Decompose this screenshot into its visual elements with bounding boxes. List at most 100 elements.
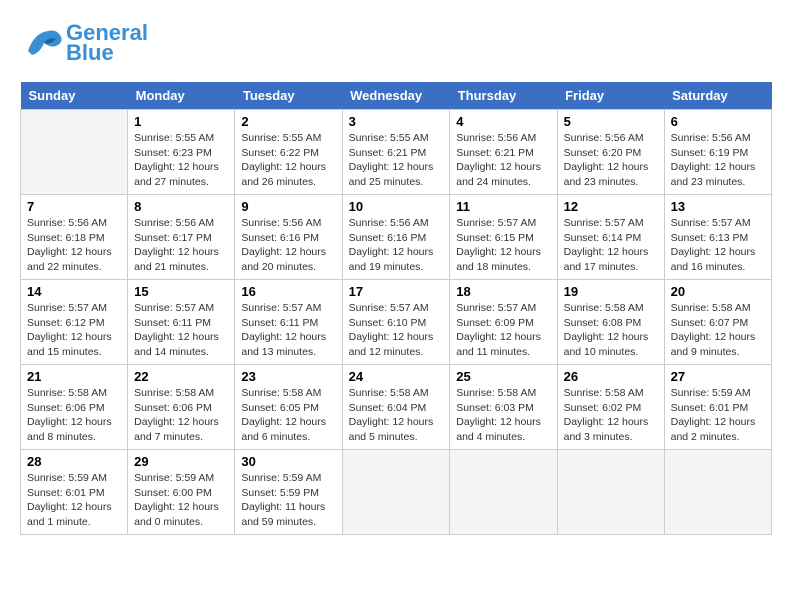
day-number: 17 [349,284,444,299]
day-number: 1 [134,114,228,129]
logo-text: General Blue [66,20,148,66]
day-info: Sunrise: 5:56 AM Sunset: 6:20 PM Dayligh… [564,131,658,190]
day-info: Sunrise: 5:57 AM Sunset: 6:09 PM Dayligh… [456,301,550,360]
day-number: 15 [134,284,228,299]
week-row-2: 7Sunrise: 5:56 AM Sunset: 6:18 PM Daylig… [21,195,772,280]
day-number: 20 [671,284,765,299]
day-number: 12 [564,199,658,214]
day-info: Sunrise: 5:57 AM Sunset: 6:15 PM Dayligh… [456,216,550,275]
logo: General Blue [20,20,148,66]
calendar-cell: 22 Sunrise: 5:58 AM Sunset: 6:06 PM Dayli… [128,365,235,450]
day-info: Sunrise: 5:56 AM Sunset: 6:17 PM Dayligh… [134,216,228,275]
weekday-header-row: SundayMondayTuesdayWednesdayThursdayFrid… [21,82,772,110]
calendar-cell [21,110,128,195]
day-info: Sunrise: 5:57 AM Sunset: 6:10 PM Dayligh… [349,301,444,360]
day-number: 26 [564,369,658,384]
logo-blue: Blue [66,40,114,66]
calendar-cell [664,450,771,535]
day-info: Sunrise: 5:59 AM Sunset: 6:00 PM Dayligh… [134,471,228,530]
day-number: 25 [456,369,550,384]
calendar-cell: 17 Sunrise: 5:57 AM Sunset: 6:10 PM Dayli… [342,280,450,365]
calendar-cell: 18 Sunrise: 5:57 AM Sunset: 6:09 PM Dayli… [450,280,557,365]
calendar-cell [557,450,664,535]
calendar-cell: 23 Sunrise: 5:58 AM Sunset: 6:05 PM Dayli… [235,365,342,450]
week-row-5: 28 Sunrise: 5:59 AM Sunset: 6:01 PM Dayli… [21,450,772,535]
day-info: Sunrise: 5:57 AM Sunset: 6:11 PM Dayligh… [134,301,228,360]
calendar-table: SundayMondayTuesdayWednesdayThursdayFrid… [20,82,772,535]
calendar-cell: 21 Sunrise: 5:58 AM Sunset: 6:06 PM Dayli… [21,365,128,450]
page-header: General Blue [20,20,772,66]
weekday-header-tuesday: Tuesday [235,82,342,110]
calendar-cell: 10 Sunrise: 5:56 AM Sunset: 6:16 PM Dayli… [342,195,450,280]
day-number: 19 [564,284,658,299]
day-number: 28 [27,454,121,469]
day-number: 2 [241,114,335,129]
calendar-cell: 26 Sunrise: 5:58 AM Sunset: 6:02 PM Dayli… [557,365,664,450]
day-number: 21 [27,369,121,384]
day-number: 29 [134,454,228,469]
day-number: 27 [671,369,765,384]
day-number: 5 [564,114,658,129]
day-number: 30 [241,454,335,469]
weekday-header-friday: Friday [557,82,664,110]
week-row-1: 1 Sunrise: 5:55 AM Sunset: 6:23 PM Daylig… [21,110,772,195]
day-number: 9 [241,199,335,214]
day-number: 14 [27,284,121,299]
day-info: Sunrise: 5:58 AM Sunset: 6:05 PM Dayligh… [241,386,335,445]
calendar-cell: 20 Sunrise: 5:58 AM Sunset: 6:07 PM Dayli… [664,280,771,365]
calendar-cell: 2 Sunrise: 5:55 AM Sunset: 6:22 PM Daylig… [235,110,342,195]
day-number: 10 [349,199,444,214]
week-row-4: 21 Sunrise: 5:58 AM Sunset: 6:06 PM Dayli… [21,365,772,450]
day-info: Sunrise: 5:58 AM Sunset: 6:06 PM Dayligh… [27,386,121,445]
calendar-cell: 3 Sunrise: 5:55 AM Sunset: 6:21 PM Daylig… [342,110,450,195]
day-info: Sunrise: 5:57 AM Sunset: 6:11 PM Dayligh… [241,301,335,360]
weekday-header-thursday: Thursday [450,82,557,110]
day-number: 4 [456,114,550,129]
day-info: Sunrise: 5:57 AM Sunset: 6:12 PM Dayligh… [27,301,121,360]
calendar-cell: 29 Sunrise: 5:59 AM Sunset: 6:00 PM Dayli… [128,450,235,535]
day-info: Sunrise: 5:58 AM Sunset: 6:07 PM Dayligh… [671,301,765,360]
day-number: 13 [671,199,765,214]
weekday-header-sunday: Sunday [21,82,128,110]
calendar-cell: 7Sunrise: 5:56 AM Sunset: 6:18 PM Daylig… [21,195,128,280]
day-info: Sunrise: 5:56 AM Sunset: 6:16 PM Dayligh… [349,216,444,275]
weekday-header-saturday: Saturday [664,82,771,110]
calendar-cell: 14 Sunrise: 5:57 AM Sunset: 6:12 PM Dayli… [21,280,128,365]
weekday-header-wednesday: Wednesday [342,82,450,110]
day-info: Sunrise: 5:56 AM Sunset: 6:16 PM Dayligh… [241,216,335,275]
calendar-cell: 27 Sunrise: 5:59 AM Sunset: 6:01 PM Dayli… [664,365,771,450]
calendar-cell [450,450,557,535]
day-info: Sunrise: 5:58 AM Sunset: 6:04 PM Dayligh… [349,386,444,445]
calendar-cell: 1 Sunrise: 5:55 AM Sunset: 6:23 PM Daylig… [128,110,235,195]
calendar-cell: 12Sunrise: 5:57 AM Sunset: 6:14 PM Dayli… [557,195,664,280]
day-info: Sunrise: 5:56 AM Sunset: 6:21 PM Dayligh… [456,131,550,190]
day-info: Sunrise: 5:59 AM Sunset: 6:01 PM Dayligh… [671,386,765,445]
day-info: Sunrise: 5:58 AM Sunset: 6:02 PM Dayligh… [564,386,658,445]
day-info: Sunrise: 5:55 AM Sunset: 6:22 PM Dayligh… [241,131,335,190]
day-info: Sunrise: 5:55 AM Sunset: 6:23 PM Dayligh… [134,131,228,190]
day-info: Sunrise: 5:58 AM Sunset: 6:06 PM Dayligh… [134,386,228,445]
day-number: 22 [134,369,228,384]
calendar-cell: 25 Sunrise: 5:58 AM Sunset: 6:03 PM Dayli… [450,365,557,450]
day-number: 6 [671,114,765,129]
day-info: Sunrise: 5:58 AM Sunset: 6:03 PM Dayligh… [456,386,550,445]
day-number: 3 [349,114,444,129]
calendar-cell: 9 Sunrise: 5:56 AM Sunset: 6:16 PM Daylig… [235,195,342,280]
calendar-cell: 30 Sunrise: 5:59 AM Sunset: 5:59 PM Dayli… [235,450,342,535]
weekday-header-monday: Monday [128,82,235,110]
calendar-cell: 6 Sunrise: 5:56 AM Sunset: 6:19 PM Daylig… [664,110,771,195]
week-row-3: 14 Sunrise: 5:57 AM Sunset: 6:12 PM Dayli… [21,280,772,365]
day-number: 18 [456,284,550,299]
calendar-cell: 5 Sunrise: 5:56 AM Sunset: 6:20 PM Daylig… [557,110,664,195]
day-info: Sunrise: 5:55 AM Sunset: 6:21 PM Dayligh… [349,131,444,190]
day-number: 23 [241,369,335,384]
calendar-cell: 28 Sunrise: 5:59 AM Sunset: 6:01 PM Dayli… [21,450,128,535]
calendar-cell [342,450,450,535]
calendar-cell: 19Sunrise: 5:58 AM Sunset: 6:08 PM Dayli… [557,280,664,365]
calendar-cell: 16Sunrise: 5:57 AM Sunset: 6:11 PM Dayli… [235,280,342,365]
day-info: Sunrise: 5:59 AM Sunset: 6:01 PM Dayligh… [27,471,121,530]
day-number: 24 [349,369,444,384]
day-info: Sunrise: 5:56 AM Sunset: 6:19 PM Dayligh… [671,131,765,190]
day-info: Sunrise: 5:59 AM Sunset: 5:59 PM Dayligh… [241,471,335,530]
day-info: Sunrise: 5:57 AM Sunset: 6:13 PM Dayligh… [671,216,765,275]
